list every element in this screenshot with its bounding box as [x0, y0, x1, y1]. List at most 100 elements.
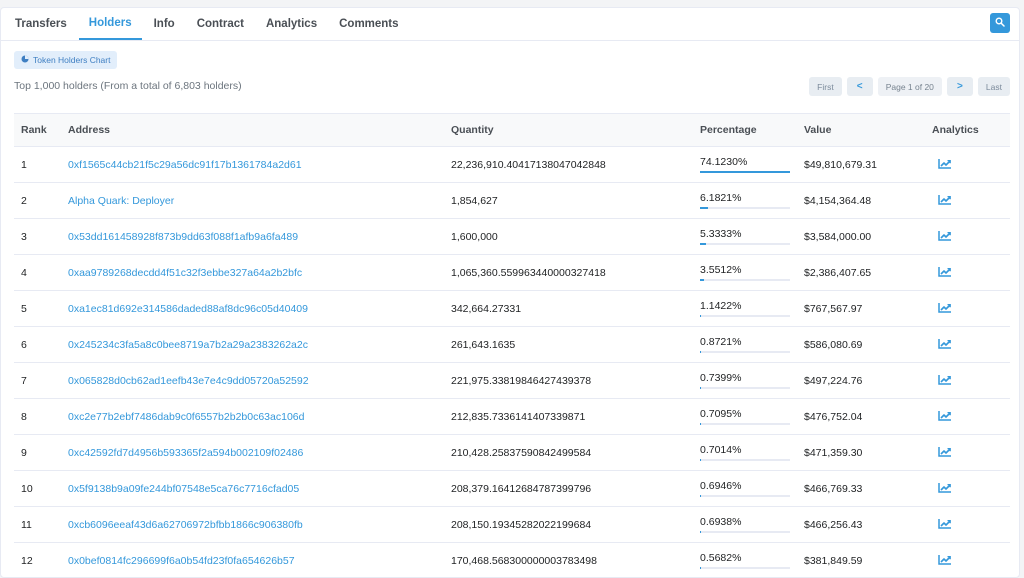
tab-transfers[interactable]: Transfers: [5, 8, 77, 40]
value-cell: $466,256.43: [804, 507, 932, 543]
percentage-text: 0.8721%: [700, 336, 790, 348]
rank-cell: 2: [14, 183, 68, 219]
tab-bar: Transfers Holders Info Contract Analytic…: [1, 8, 1019, 41]
rank-cell: 6: [14, 327, 68, 363]
table-row: 60x245234c3fa5a8c0bee8719a7b2a29a2383262…: [14, 327, 1010, 363]
holder-address-link[interactable]: Alpha Quark: Deployer: [68, 195, 174, 207]
holder-address-link[interactable]: 0xc42592fd7d4956b593365f2a594b002109f024…: [68, 447, 303, 459]
percentage-bar-fill: [700, 351, 701, 353]
pagination: First < Page 1 of 20 > Last: [809, 77, 1010, 96]
line-chart-icon[interactable]: [938, 266, 952, 280]
line-chart-icon[interactable]: [938, 338, 952, 352]
holder-address-link[interactable]: 0xa1ec81d692e314586daded88af8dc96c05d404…: [68, 303, 308, 315]
percentage-cell: 0.7014%: [700, 444, 790, 461]
table-row: 2Alpha Quark: Deployer1,854,6276.1821%$4…: [14, 183, 1010, 219]
percentage-bar-fill: [700, 207, 708, 209]
percentage-bar: [700, 315, 790, 317]
rank-cell: 1: [14, 147, 68, 183]
line-chart-icon[interactable]: [938, 194, 952, 208]
percentage-bar-fill: [700, 531, 701, 533]
pie-chart-icon: [21, 55, 29, 65]
table-row: 10xf1565c44cb21f5c29a56dc91f17b1361784a2…: [14, 147, 1010, 183]
line-chart-icon[interactable]: [938, 158, 952, 172]
tab-contract[interactable]: Contract: [187, 8, 254, 40]
value-cell: $471,359.30: [804, 435, 932, 471]
prev-page-button[interactable]: <: [847, 77, 873, 96]
percentage-bar: [700, 351, 790, 353]
percentage-bar-fill: [700, 495, 701, 497]
line-chart-icon[interactable]: [938, 230, 952, 244]
percentage-cell: 0.7399%: [700, 372, 790, 389]
rank-cell: 3: [14, 219, 68, 255]
value-cell: $3,584,000.00: [804, 219, 932, 255]
tab-analytics[interactable]: Analytics: [256, 8, 327, 40]
percentage-bar: [700, 567, 790, 569]
line-chart-icon[interactable]: [938, 446, 952, 460]
last-page-button[interactable]: Last: [978, 77, 1010, 96]
quantity-cell: 1,065,360.559963440000327418: [451, 255, 700, 291]
value-cell: $381,849.59: [804, 543, 932, 578]
percentage-bar: [700, 531, 790, 533]
table-row: 30x53dd161458928f873b9dd63f088f1afb9a6fa…: [14, 219, 1010, 255]
percentage-bar-fill: [700, 567, 701, 569]
percentage-cell: 0.7095%: [700, 408, 790, 425]
holders-table: Rank Address Quantity Percentage Value A…: [14, 113, 1010, 578]
holders-summary: Top 1,000 holders (From a total of 6,803…: [14, 80, 242, 92]
tab-comments[interactable]: Comments: [329, 8, 408, 40]
tab-info[interactable]: Info: [144, 8, 185, 40]
table-row: 70x065828d0cb62ad1eefb43e7e4c9dd05720a52…: [14, 363, 1010, 399]
holder-address-link[interactable]: 0xcb6096eeaf43d6a62706972bfbb1866c906380…: [68, 519, 303, 531]
holder-address-link[interactable]: 0xc2e77b2ebf7486dab9c0f6557b2b2b0c63ac10…: [68, 411, 304, 423]
next-page-button[interactable]: >: [947, 77, 973, 96]
holder-address-link[interactable]: 0xaa9789268decdd4f51c32f3ebbe327a64a2b2b…: [68, 267, 302, 279]
percentage-bar: [700, 495, 790, 497]
percentage-cell: 0.5682%: [700, 552, 790, 569]
quantity-cell: 22,236,910.40417138047042848: [451, 147, 700, 183]
percentage-cell: 5.3333%: [700, 228, 790, 245]
header-value: Value: [804, 114, 932, 147]
percentage-cell: 3.5512%: [700, 264, 790, 281]
holder-address-link[interactable]: 0x53dd161458928f873b9dd63f088f1afb9a6fa4…: [68, 231, 298, 243]
percentage-text: 0.6938%: [700, 516, 790, 528]
holder-address-link[interactable]: 0x5f9138b9a09fe244bf07548e5ca76c7716cfad…: [68, 483, 299, 495]
search-icon: [995, 14, 1005, 32]
first-page-button[interactable]: First: [809, 77, 842, 96]
holder-address-link[interactable]: 0x245234c3fa5a8c0bee8719a7b2a29a2383262a…: [68, 339, 308, 351]
percentage-bar-fill: [700, 279, 704, 281]
header-quantity: Quantity: [451, 114, 700, 147]
token-holders-chart-button[interactable]: Token Holders Chart: [14, 51, 117, 69]
line-chart-icon[interactable]: [938, 410, 952, 424]
percentage-cell: 1.1422%: [700, 300, 790, 317]
percentage-text: 74.1230%: [700, 156, 790, 168]
table-row: 50xa1ec81d692e314586daded88af8dc96c05d40…: [14, 291, 1010, 327]
rank-cell: 7: [14, 363, 68, 399]
quantity-cell: 342,664.27331: [451, 291, 700, 327]
header-address: Address: [68, 114, 451, 147]
line-chart-icon[interactable]: [938, 482, 952, 496]
percentage-bar-fill: [700, 243, 706, 245]
quantity-cell: 1,854,627: [451, 183, 700, 219]
line-chart-icon[interactable]: [938, 302, 952, 316]
percentage-cell: 0.6946%: [700, 480, 790, 497]
line-chart-icon[interactable]: [938, 554, 952, 568]
value-cell: $2,386,407.65: [804, 255, 932, 291]
search-button[interactable]: [990, 13, 1010, 33]
quantity-cell: 1,600,000: [451, 219, 700, 255]
line-chart-icon[interactable]: [938, 518, 952, 532]
rank-cell: 4: [14, 255, 68, 291]
percentage-bar: [700, 171, 790, 173]
quantity-cell: 261,643.1635: [451, 327, 700, 363]
value-cell: $476,752.04: [804, 399, 932, 435]
percentage-bar: [700, 387, 790, 389]
line-chart-icon[interactable]: [938, 374, 952, 388]
table-row: 40xaa9789268decdd4f51c32f3ebbe327a64a2b2…: [14, 255, 1010, 291]
holders-card: Transfers Holders Info Contract Analytic…: [0, 7, 1020, 578]
rank-cell: 11: [14, 507, 68, 543]
tab-holders[interactable]: Holders: [79, 8, 142, 40]
holder-address-link[interactable]: 0x0bef0814fc296699f6a0b54fd23f0fa654626b…: [68, 555, 295, 567]
holder-address-link[interactable]: 0x065828d0cb62ad1eefb43e7e4c9dd05720a525…: [68, 375, 309, 387]
percentage-bar-fill: [700, 315, 701, 317]
holder-address-link[interactable]: 0xf1565c44cb21f5c29a56dc91f17b1361784a2d…: [68, 159, 302, 171]
value-cell: $4,154,364.48: [804, 183, 932, 219]
quantity-cell: 212,835.7336141407339871: [451, 399, 700, 435]
